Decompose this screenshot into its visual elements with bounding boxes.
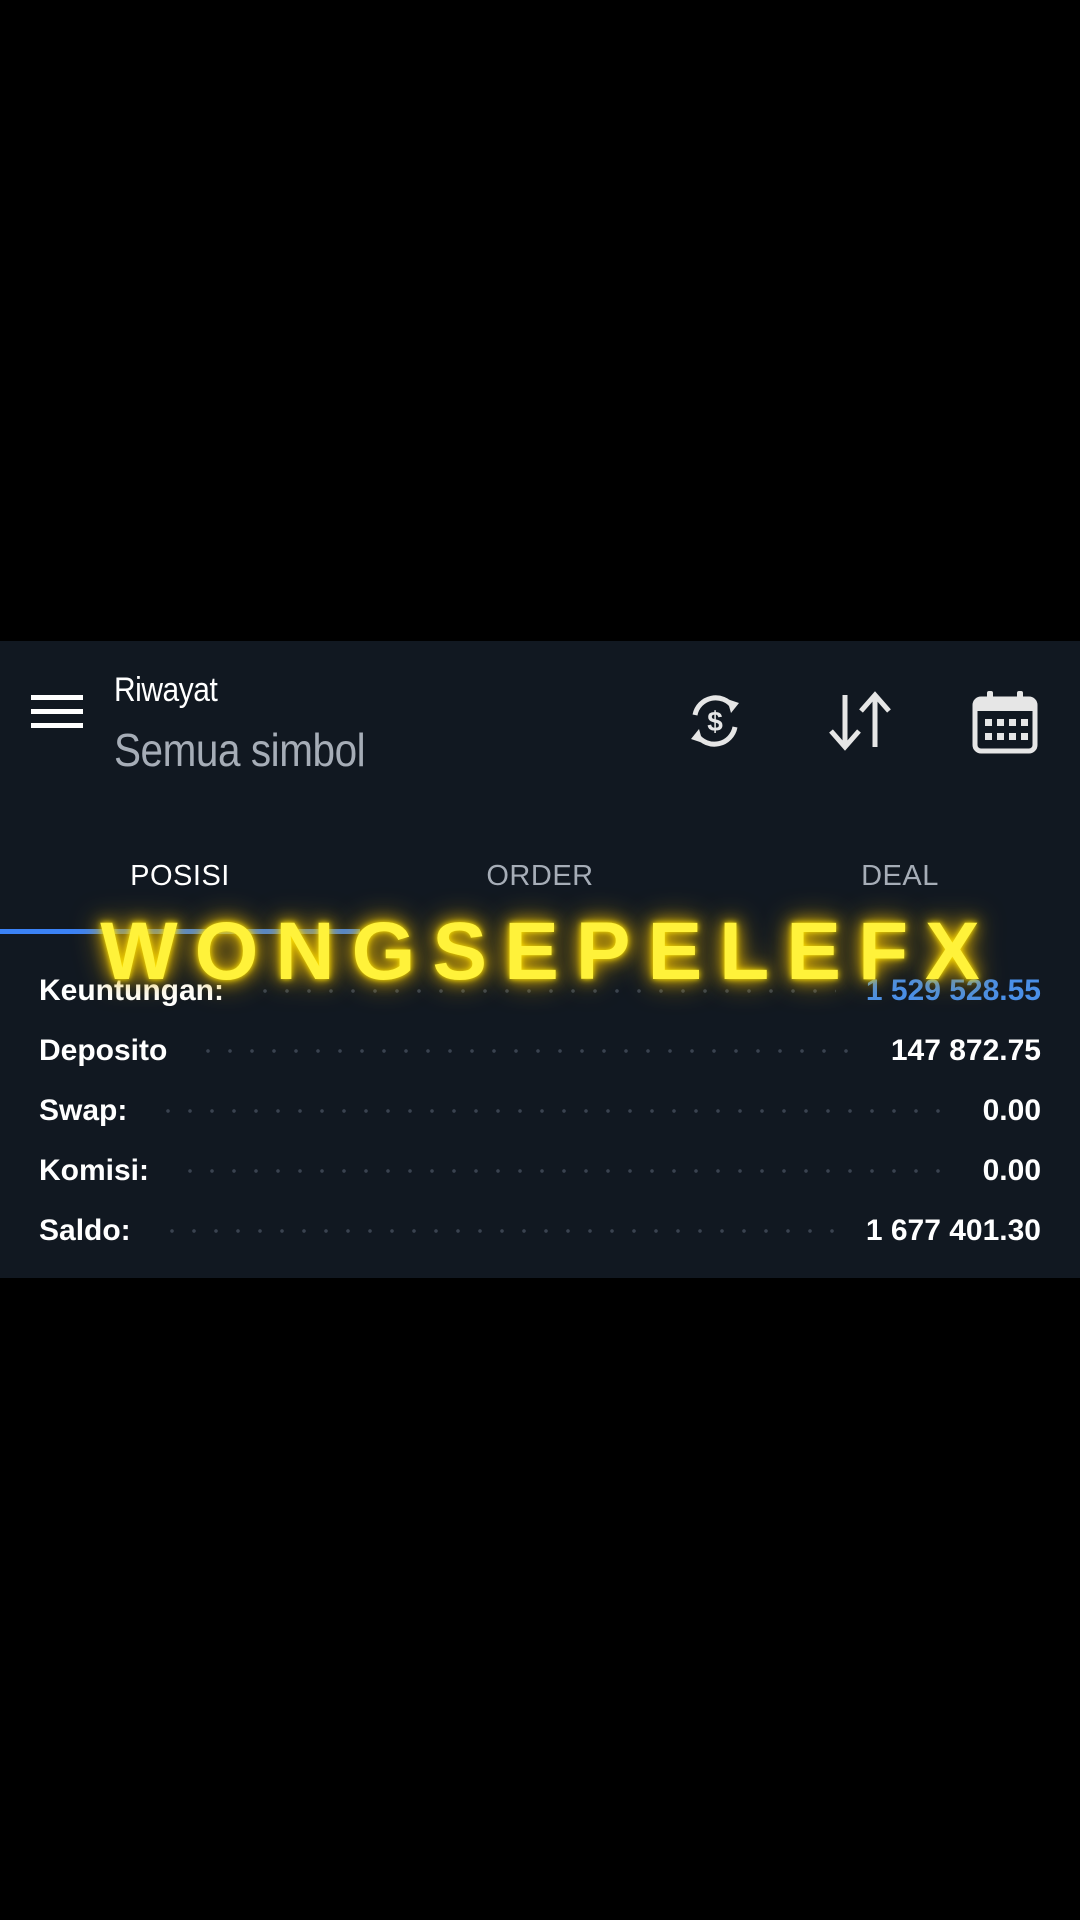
- summary-label: Swap:: [39, 1094, 128, 1127]
- summary-value: 0.00: [982, 1154, 1041, 1187]
- summary-label: Komisi:: [39, 1154, 150, 1187]
- sort-arrows-icon: [829, 691, 891, 751]
- summary-row-balance: Saldo: 1 677 401.30: [39, 1207, 1041, 1255]
- page-title: Riwayat: [114, 671, 218, 709]
- dotted-leader: [157, 1109, 953, 1113]
- menu-button[interactable]: [22, 681, 92, 743]
- summary-row-commission: Komisi: 0.00: [39, 1147, 1041, 1195]
- calendar-icon: [972, 691, 1038, 754]
- toolbar: Riwayat Semua simbol $: [0, 641, 1080, 801]
- summary-row-deposit: Deposito 147 872.75: [39, 1027, 1041, 1075]
- summary-value: 147 872.75: [890, 1034, 1041, 1067]
- sort-button[interactable]: [824, 685, 896, 757]
- calendar-button[interactable]: [969, 685, 1041, 757]
- dotted-leader: [179, 1169, 953, 1173]
- summary-label: Deposito: [39, 1034, 168, 1067]
- tab-deal[interactable]: DEAL: [720, 841, 1080, 911]
- summary-value: 1 677 401.30: [865, 1214, 1041, 1247]
- watermark-text: WONGSEPELEFX: [100, 906, 997, 997]
- summary-row-swap: Swap: 0.00: [39, 1087, 1041, 1135]
- dotted-leader: [160, 1229, 836, 1233]
- summary-label: Saldo:: [39, 1214, 131, 1247]
- currency-refresh-icon: $: [691, 695, 739, 747]
- svg-text:$: $: [707, 706, 723, 737]
- currency-button[interactable]: $: [679, 685, 751, 757]
- dotted-leader: [197, 1049, 861, 1053]
- symbol-filter[interactable]: Semua simbol: [114, 723, 366, 777]
- hamburger-menu-icon: [31, 695, 83, 728]
- tab-order[interactable]: ORDER: [360, 841, 720, 911]
- tab-posisi[interactable]: POSISI: [0, 841, 360, 911]
- summary-value: 0.00: [982, 1094, 1041, 1127]
